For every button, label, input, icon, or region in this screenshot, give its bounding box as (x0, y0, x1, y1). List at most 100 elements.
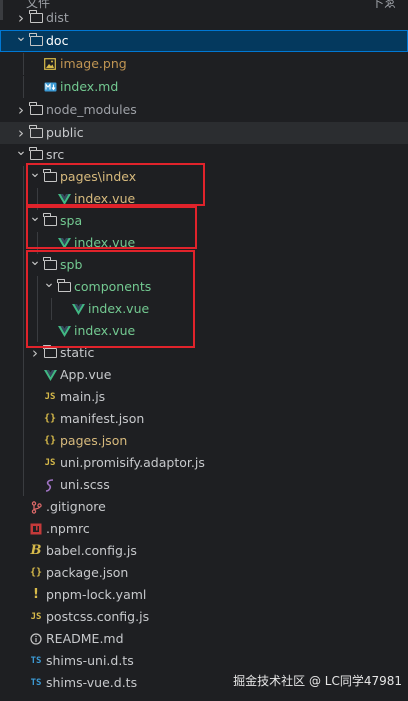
tree-folder-dist[interactable]: › dist (0, 7, 408, 29)
tree-file-index-vue[interactable]: index.vue (0, 298, 408, 320)
tree-file-app-vue[interactable]: App.vue (0, 364, 408, 386)
tree-item-label: spa (60, 213, 83, 228)
tree-file-postcss-config-js[interactable]: JS postcss.config.js (0, 606, 408, 628)
watermark: 掘金技术社区 @ LC同学47981 (233, 674, 402, 688)
indent-guide (37, 320, 38, 342)
tree-file-image-png[interactable]: image.png (0, 53, 408, 75)
tree-item-label: node_modules (46, 102, 137, 117)
tree-item-label: uni.scss (60, 477, 110, 492)
indent-guide (23, 298, 24, 320)
json-file-icon: {} (43, 413, 57, 424)
indent-guide (23, 342, 24, 364)
babel-file-icon: B (30, 543, 42, 558)
tree-file-index-vue[interactable]: index.vue (0, 188, 408, 210)
tree-file-index-vue[interactable]: index.vue (0, 232, 408, 254)
scss-file-icon (42, 474, 58, 496)
indent-guide (23, 474, 24, 496)
folder-icon (28, 7, 44, 29)
tree-item-label: shims-uni.d.ts (46, 653, 134, 668)
indent-guide (23, 276, 24, 298)
tree-item-label: .gitignore (46, 499, 106, 514)
file-explorer-tree: › dist ⌄ doc image.png index.md › node_modules ›… (0, 7, 408, 694)
chevron-right-icon[interactable]: › (29, 342, 41, 364)
indent-guide (23, 408, 24, 430)
chevron-down-icon[interactable]: ⌄ (43, 272, 55, 294)
javascript-file-icon: JS (30, 612, 42, 622)
tree-file-gitignore[interactable]: .gitignore (0, 496, 408, 518)
tree-folder-node-modules[interactable]: › node_modules (0, 99, 408, 121)
tree-item-label: .npmrc (46, 521, 90, 536)
tree-file-babel-config-js[interactable]: Bbabel.config.js (0, 540, 408, 562)
vue-file-icon (70, 298, 86, 320)
chevron-right-icon[interactable]: › (15, 99, 27, 121)
tree-item-label: README.md (46, 631, 124, 646)
tree-file-uni-promisify-adaptor-js[interactable]: JS uni.promisify.adaptor.js (0, 452, 408, 474)
tree-item-label: pages\index (60, 169, 137, 184)
vue-file-icon (56, 188, 72, 210)
indent-guide (37, 276, 38, 298)
folder-open-icon (28, 30, 44, 52)
tree-file-npmrc[interactable]: .npmrc (0, 518, 408, 540)
vue-file-icon (42, 364, 58, 386)
tree-folder-components[interactable]: ⌄ components (0, 275, 408, 298)
tree-folder-doc[interactable]: ⌄ doc (0, 29, 408, 52)
tree-folder-spa[interactable]: ⌄ spa (0, 209, 408, 232)
tree-item-label: index.md (60, 79, 119, 94)
tree-file-readme-md[interactable]: README.md (0, 628, 408, 650)
tree-file-uni-scss[interactable]: uni.scss (0, 474, 408, 496)
indent-guide (23, 452, 24, 474)
chevron-down-icon[interactable]: ⌄ (29, 250, 41, 272)
indent-guide (37, 298, 38, 320)
tree-folder-static[interactable]: › static (0, 342, 408, 364)
json-file-icon: {} (29, 567, 43, 578)
tree-folder-spb[interactable]: ⌄ spb (0, 253, 408, 276)
tree-item-label: shims-vue.d.ts (46, 675, 138, 690)
chevron-down-icon[interactable]: ⌄ (15, 140, 27, 162)
chevron-down-icon[interactable]: ⌄ (29, 162, 41, 184)
tree-item-label: image.png (60, 56, 127, 71)
tree-item-label: package.json (46, 565, 129, 580)
image-file-icon (42, 53, 58, 75)
indent-guide (23, 386, 24, 408)
tree-file-index-md[interactable]: index.md (0, 76, 408, 98)
tree-file-pages-json[interactable]: {} pages.json (0, 430, 408, 452)
folder-open-icon (42, 210, 58, 232)
tree-item-label: static (60, 345, 95, 360)
tree-folder-src[interactable]: ⌄ src (0, 143, 408, 166)
chevron-down-icon[interactable]: ⌄ (29, 206, 41, 228)
chevron-down-icon[interactable]: ⌄ (15, 26, 27, 48)
git-file-icon (28, 496, 44, 518)
tree-item-label: uni.promisify.adaptor.js (60, 455, 205, 470)
tree-file-shims-uni-d-ts[interactable]: TS shims-uni.d.ts (0, 650, 408, 672)
tree-file-manifest-json[interactable]: {} manifest.json (0, 408, 408, 430)
indent-guide (23, 166, 24, 188)
tree-item-label: babel.config.js (46, 543, 137, 558)
tree-folder-pages-index[interactable]: ⌄ pages\index (0, 165, 408, 188)
tree-file-main-js[interactable]: JS main.js (0, 386, 408, 408)
folder-open-icon (56, 276, 72, 298)
javascript-file-icon: JS (44, 392, 56, 402)
tree-item-label: main.js (60, 389, 106, 404)
tree-file-pnpm-lock-yaml[interactable]: ! pnpm-lock.yaml (0, 584, 408, 606)
tree-item-label: public (46, 125, 84, 140)
tree-item-label: components (74, 279, 152, 294)
indent-guide (23, 210, 24, 232)
tree-item-label: pages.json (60, 433, 128, 448)
indent-guide (23, 254, 24, 276)
tree-item-label: dist (46, 10, 69, 25)
tree-folder-public[interactable]: › public (0, 122, 408, 144)
tree-item-label: postcss.config.js (46, 609, 150, 624)
indent-guide (23, 76, 24, 98)
json-file-icon: {} (43, 435, 57, 446)
tree-file-index-vue[interactable]: index.vue (0, 320, 408, 342)
folder-open-icon (42, 166, 58, 188)
indent-guide (23, 430, 24, 452)
info-file-icon (28, 628, 44, 650)
tree-item-label: App.vue (60, 367, 112, 382)
tree-item-label: doc (46, 33, 69, 48)
indent-guide (51, 298, 52, 320)
tree-file-package-json[interactable]: {} package.json (0, 562, 408, 584)
npm-file-icon (28, 518, 44, 540)
folder-icon (42, 342, 58, 364)
folder-icon (28, 99, 44, 121)
